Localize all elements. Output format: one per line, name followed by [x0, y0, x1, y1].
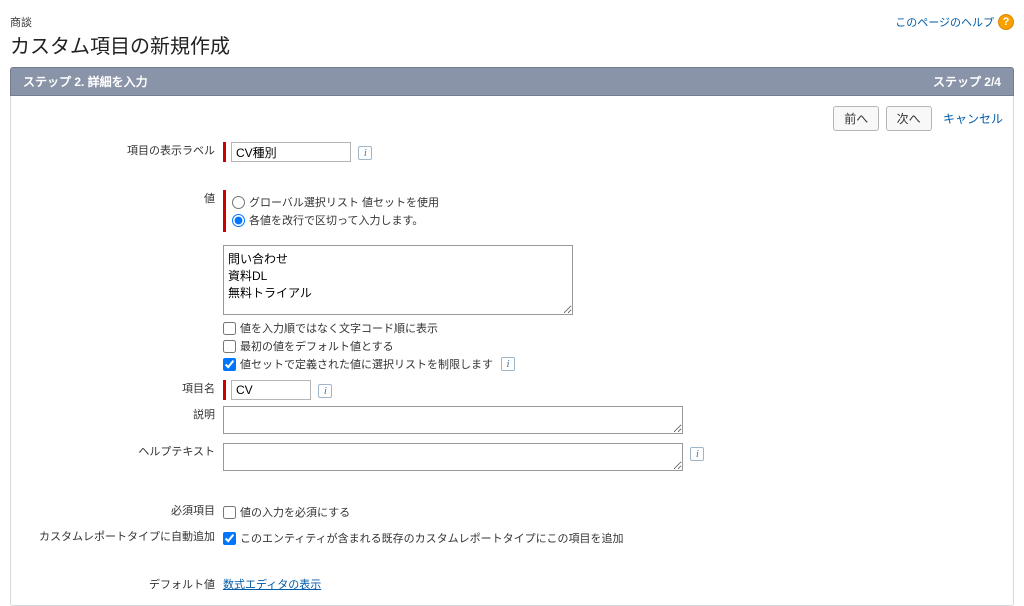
info-icon[interactable]: i [690, 447, 704, 461]
checkbox-required-label: 値の入力を必須にする [240, 504, 350, 520]
checkbox-required[interactable] [223, 506, 236, 519]
field-label-input[interactable] [231, 142, 351, 162]
label-auto-add-report: カスタムレポートタイプに自動追加 [39, 531, 215, 543]
checkbox-sort-by-code[interactable] [223, 322, 236, 335]
label-field-label: 項目の表示ラベル [127, 145, 215, 157]
label-field-name: 項目名 [182, 383, 215, 395]
label-values: 値 [204, 193, 215, 205]
label-help-text: ヘルプテキスト [138, 446, 215, 458]
page-context: 商談 [10, 14, 230, 30]
page-help-link[interactable]: このページのヘルプ [895, 14, 994, 30]
step-bar-right: ステップ 2/4 [933, 73, 1001, 90]
info-icon[interactable]: i [358, 146, 372, 160]
cancel-link[interactable]: キャンセル [943, 112, 1003, 126]
next-button[interactable]: 次へ [886, 106, 932, 131]
label-description: 説明 [193, 409, 215, 421]
top-button-row: 前へ 次へ キャンセル [19, 102, 1005, 139]
checkbox-auto-add-report[interactable] [223, 532, 236, 545]
prev-button[interactable]: 前へ [833, 106, 879, 131]
label-default-value: デフォルト値 [149, 579, 215, 591]
radio-each-label: 各値を改行で区切って入力します。 [249, 212, 423, 228]
checkbox-first-default[interactable] [223, 340, 236, 353]
radio-global-label: グローバル選択リスト 値セットを使用 [249, 194, 439, 210]
values-textarea[interactable] [223, 245, 573, 315]
page-title: カスタム項目の新規作成 [10, 30, 230, 59]
checkbox-auto-add-report-label: このエンティティが含まれる既存のカスタムレポートタイプにこの項目を追加 [240, 530, 623, 546]
checkbox-sort-label: 値を入力順ではなく文字コード順に表示 [240, 320, 438, 336]
checkbox-first-default-label: 最初の値をデフォルト値とする [240, 338, 394, 354]
formula-editor-link[interactable]: 数式エディタの表示 [223, 579, 321, 591]
step-bar: ステップ 2. 詳細を入力 ステップ 2/4 [10, 67, 1014, 96]
radio-enter-each-value[interactable] [232, 214, 245, 227]
step-bar-left: ステップ 2. 詳細を入力 [23, 73, 148, 90]
radio-global-valueset[interactable] [232, 196, 245, 209]
help-text-textarea[interactable] [223, 443, 683, 471]
checkbox-restrict-label: 値セットで定義された値に選択リストを制限します [240, 356, 493, 372]
field-name-input[interactable] [231, 380, 311, 400]
label-required: 必須項目 [171, 505, 215, 517]
description-textarea[interactable] [223, 406, 683, 434]
info-icon[interactable]: i [318, 384, 332, 398]
help-icon[interactable]: ? [998, 14, 1014, 30]
info-icon[interactable]: i [501, 357, 515, 371]
checkbox-restrict-valueset[interactable] [223, 358, 236, 371]
